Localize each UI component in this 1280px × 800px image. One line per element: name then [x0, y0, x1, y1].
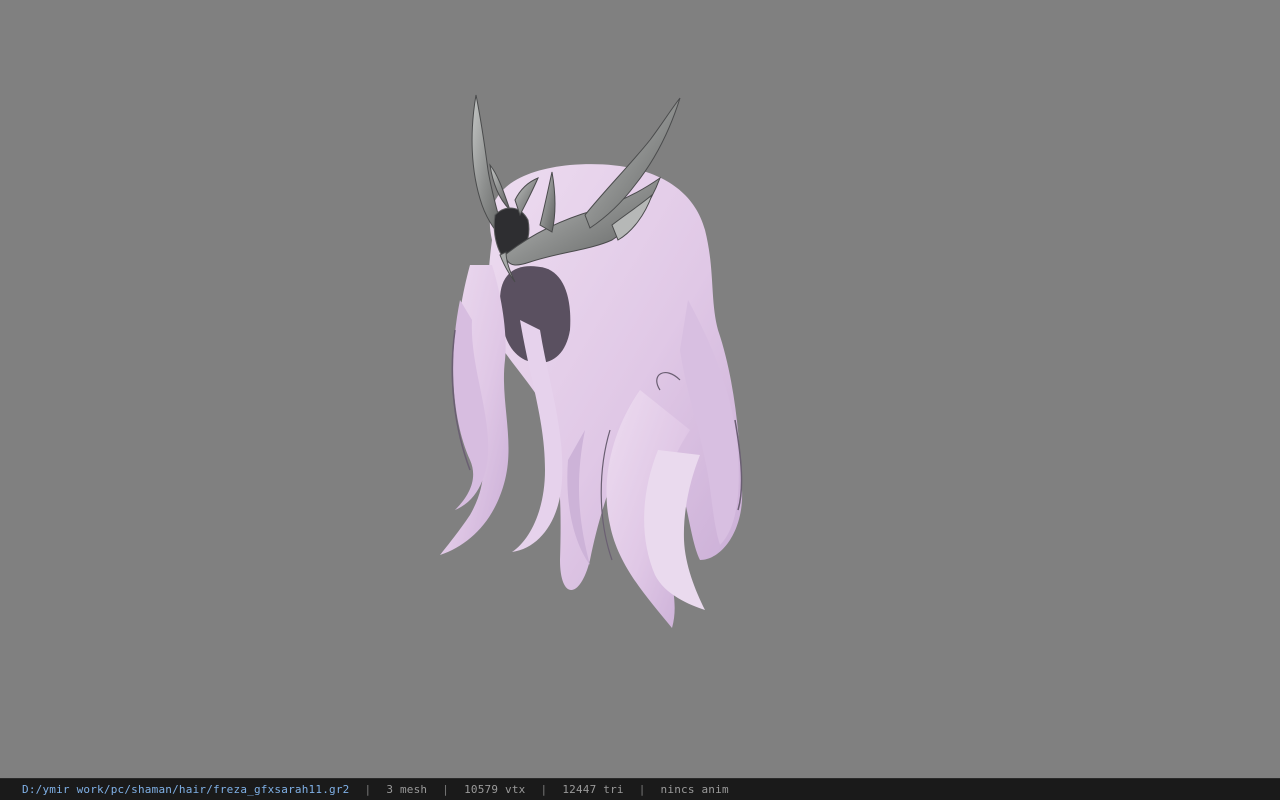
- mesh-count: 3 mesh: [386, 783, 428, 796]
- file-path: D:/ymir work/pc/shaman/hair/freza_gfxsar…: [22, 783, 350, 796]
- separator: |: [638, 783, 646, 796]
- vertex-count: 10579 vtx: [464, 783, 526, 796]
- animation-status: nincs anim: [660, 783, 729, 796]
- hair-model-render[interactable]: [0, 0, 1280, 778]
- triangle-count: 12447 tri: [562, 783, 624, 796]
- status-bar: D:/ymir work/pc/shaman/hair/freza_gfxsar…: [0, 778, 1280, 800]
- separator: |: [364, 783, 372, 796]
- separator: |: [442, 783, 450, 796]
- separator: |: [540, 783, 548, 796]
- 3d-viewport[interactable]: [0, 0, 1280, 778]
